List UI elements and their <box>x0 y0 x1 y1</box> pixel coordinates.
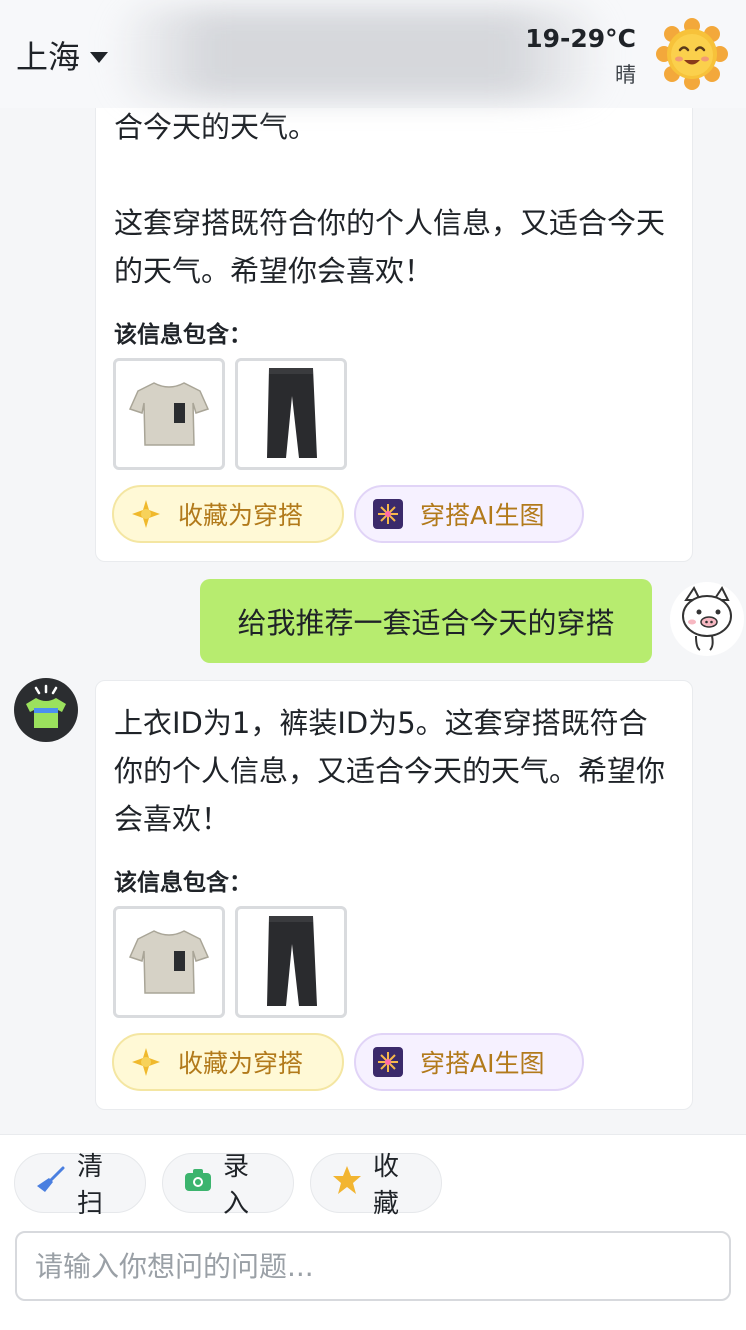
favorites-button[interactable]: 收藏 <box>310 1152 442 1219</box>
info-label: 该信息包含： <box>114 870 252 896</box>
weather-info: 19-29°C 晴 <box>525 24 636 89</box>
star-icon <box>331 1164 363 1203</box>
weather-condition: 晴 <box>615 63 636 87</box>
camera-icon <box>183 1165 213 1202</box>
favorites-label: 收藏 <box>373 1152 400 1219</box>
bot-message-card: 合今天的天气。 这套穿搭既符合你的个人信息，又适合今天的天气。希望你会喜欢！ 该… <box>95 90 693 562</box>
ai-outfit-image-label: 穿搭AI生图 <box>420 1049 545 1078</box>
pants-icon <box>267 368 317 458</box>
sparkle-icon <box>130 1046 162 1078</box>
pants-icon <box>267 916 317 1006</box>
fireworks-icon <box>372 1046 404 1078</box>
tshirt-thumbnail[interactable] <box>113 906 225 1018</box>
action-chips: 收藏为穿搭 穿搭AI生图 <box>112 1033 584 1091</box>
clean-label: 清扫 <box>77 1152 104 1219</box>
ai-outfit-image-label: 穿搭AI生图 <box>420 501 545 530</box>
action-chips: 收藏为穿搭 穿搭AI生图 <box>112 485 584 543</box>
bottom-panel: 清扫 录入 收藏 <box>0 1134 746 1330</box>
pants-thumbnail[interactable] <box>235 358 347 470</box>
tshirt-thumbnail[interactable] <box>113 358 225 470</box>
question-input[interactable] <box>15 1231 731 1301</box>
city-name: 上海 <box>16 38 81 76</box>
message-text: 上衣ID为1，裤装ID为5。这套穿搭既符合你的个人信息，又适合今天的天气。希望你… <box>114 706 666 836</box>
record-button[interactable]: 录入 <box>162 1152 294 1219</box>
save-outfit-label: 收藏为穿搭 <box>178 501 304 530</box>
ai-outfit-image-button[interactable]: 穿搭AI生图 <box>354 1033 584 1091</box>
user-message-bubble: 给我推荐一套适合今天的穿搭 <box>200 579 652 663</box>
message-text-partial: 合今天的天气。 <box>114 110 318 144</box>
ai-outfit-image-button[interactable]: 穿搭AI生图 <box>354 485 584 543</box>
tshirt-icon <box>128 930 210 994</box>
bot-avatar-icon[interactable] <box>14 678 78 742</box>
item-thumbnails <box>113 358 347 470</box>
sun-avatar-icon[interactable] <box>656 18 728 90</box>
header: 上海 19-29°C 晴 <box>0 0 746 108</box>
save-outfit-label: 收藏为穿搭 <box>178 1049 304 1078</box>
pig-avatar-icon[interactable] <box>668 580 746 658</box>
save-outfit-button[interactable]: 收藏为穿搭 <box>112 485 344 543</box>
temperature: 19-29°C <box>525 24 636 53</box>
bot-message-card: 上衣ID为1，裤装ID为5。这套穿搭既符合你的个人信息，又适合今天的天气。希望你… <box>95 680 693 1110</box>
pants-thumbnail[interactable] <box>235 906 347 1018</box>
tshirt-icon <box>128 382 210 446</box>
clean-button[interactable]: 清扫 <box>14 1152 146 1219</box>
fireworks-icon <box>372 498 404 530</box>
item-thumbnails <box>113 906 347 1018</box>
message-text: 这套穿搭既符合你的个人信息，又适合今天的天气。希望你会喜欢！ <box>114 206 666 288</box>
user-message-text: 给我推荐一套适合今天的穿搭 <box>237 606 615 640</box>
sparkle-icon <box>130 498 162 530</box>
caret-down-icon <box>90 51 109 63</box>
info-label: 该信息包含： <box>114 322 252 348</box>
city-selector[interactable]: 上海 <box>16 32 109 78</box>
broom-icon <box>35 1164 67 1203</box>
save-outfit-button[interactable]: 收藏为穿搭 <box>112 1033 344 1091</box>
record-label: 录入 <box>223 1152 250 1219</box>
